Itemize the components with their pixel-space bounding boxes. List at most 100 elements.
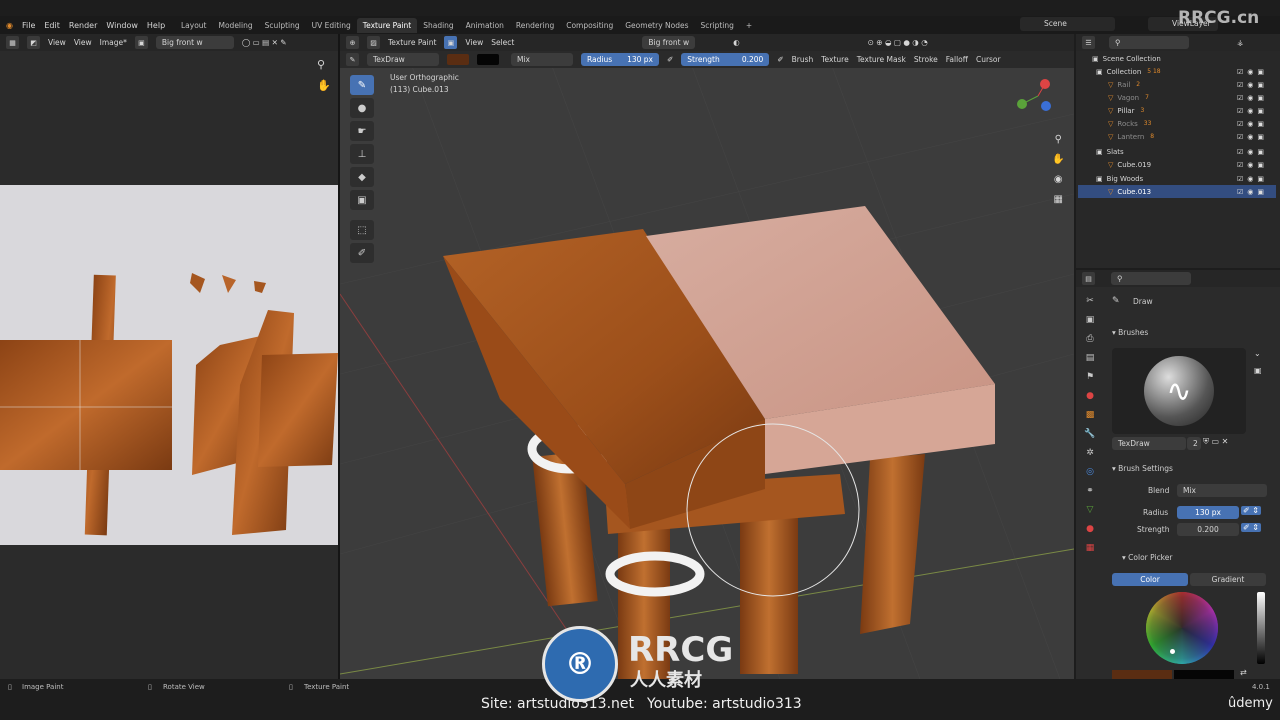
brush-icon[interactable]: ✎ — [346, 53, 359, 66]
viewport-select-menu[interactable]: Select — [491, 38, 514, 47]
filter-icon[interactable]: ⚶ — [1237, 38, 1243, 47]
brush-name-field[interactable]: TexDraw — [1112, 437, 1186, 450]
uv-image-canvas[interactable] — [0, 185, 338, 545]
properties-type-icon[interactable]: ▤ — [1082, 272, 1095, 285]
visibility-toggles-icon[interactable]: ☑◉▣ — [1237, 133, 1268, 141]
brush-dropdown-icon[interactable]: ⌄ — [1254, 349, 1261, 358]
blender-logo-icon[interactable]: ◉ — [6, 21, 13, 30]
stroke-menu[interactable]: Stroke — [914, 55, 938, 64]
secondary-color-swatch[interactable] — [477, 54, 499, 65]
pan-view-icon[interactable]: ✋ — [1052, 150, 1064, 170]
image-name-field[interactable]: Big front w — [155, 36, 234, 49]
annotate-tool-icon[interactable]: ✐ — [350, 243, 374, 263]
brush-options-icon[interactable]: ▣ — [1254, 366, 1262, 375]
visibility-toggles-icon[interactable]: ☑◉▣ — [1237, 94, 1268, 102]
draw-tool-icon[interactable]: ✎ — [350, 75, 374, 95]
object-tab-icon[interactable]: ▩ — [1080, 406, 1100, 425]
viewport-shading-icons[interactable]: ⊙ ⊕ ◒ ▢ ● ◑ ◔ — [868, 38, 928, 47]
camera-view-icon[interactable]: ◉ — [1052, 170, 1064, 190]
viewport-view-menu[interactable]: View — [465, 38, 483, 47]
gradient-tab[interactable]: Gradient — [1190, 573, 1266, 586]
outliner-item[interactable]: ▽ Lantern 8 ☑◉▣ — [1078, 130, 1276, 143]
mask-tool-icon[interactable]: ▣ — [350, 190, 374, 210]
viewport-image-selector[interactable]: Big front w — [642, 36, 696, 49]
strength-value-field[interactable]: 0.200 — [1177, 523, 1239, 536]
outliner-item[interactable]: ▽ Pillar 3 ☑◉▣ — [1078, 104, 1276, 117]
perspective-toggle-icon[interactable]: ▦ — [1052, 190, 1064, 210]
editor-type-icon-3d[interactable]: ⊕ — [346, 36, 359, 49]
particles-tab-icon[interactable]: ✲ — [1080, 444, 1100, 463]
modifiers-tab-icon[interactable]: 🔧 — [1080, 425, 1100, 444]
visibility-toggles-icon[interactable]: ☑◉▣ — [1237, 68, 1268, 76]
color-picker-toggle[interactable]: ▾ Color Picker — [1122, 553, 1172, 562]
radius-value-field[interactable]: 130 px — [1177, 506, 1239, 519]
mode-selector[interactable]: Texture Paint — [388, 38, 436, 47]
strength-field[interactable]: Strength 0.200 — [681, 53, 770, 66]
tab-uv-editing[interactable]: UV Editing — [306, 18, 357, 33]
image-browse-icon[interactable]: ▣ — [134, 36, 148, 49]
brush-settings-toggle[interactable]: ▾ Brush Settings — [1112, 464, 1173, 473]
image-view-menu[interactable]: View — [48, 38, 66, 47]
radius-pressure-toggle-icon[interactable]: ✐ ⇕ — [1241, 506, 1261, 515]
blend-mode-selector[interactable]: Mix — [511, 53, 573, 66]
shading-options-icon[interactable]: ◐ — [733, 38, 740, 47]
menu-edit[interactable]: Edit — [44, 21, 60, 30]
outliner-type-icon[interactable]: ☰ — [1082, 36, 1095, 49]
zoom-icon[interactable]: ⚲ — [317, 58, 325, 71]
image-view-menu-2[interactable]: View — [74, 38, 92, 47]
menu-render[interactable]: Render — [69, 21, 97, 30]
editor-type-icon[interactable]: ▦ — [6, 36, 19, 49]
tab-scripting[interactable]: Scripting — [695, 18, 740, 33]
box-select-tool-icon[interactable]: ⬚ — [350, 220, 374, 240]
image-menu[interactable]: Image* — [100, 38, 127, 47]
primary-color-swatch[interactable] — [447, 54, 469, 65]
menu-help[interactable]: Help — [147, 21, 165, 30]
outliner-item[interactable]: ▽ Cube.019 ☑◉▣ — [1078, 158, 1276, 171]
outliner-scene-collection[interactable]: ▣ Scene Collection — [1078, 52, 1276, 65]
visibility-toggles-icon[interactable]: ☑◉▣ — [1237, 120, 1268, 128]
outliner-item[interactable]: ▽ Cube.013 ☑◉▣ — [1078, 185, 1276, 198]
visibility-toggles-icon[interactable]: ☑◉▣ — [1237, 148, 1268, 156]
scene-selector[interactable]: Scene — [1020, 17, 1115, 31]
paint-mask-icon[interactable]: ▣ — [444, 36, 458, 49]
texture-menu[interactable]: Texture — [821, 55, 848, 64]
tab-shading[interactable]: Shading — [417, 18, 459, 33]
visibility-toggles-icon[interactable]: ☑◉▣ — [1237, 188, 1268, 196]
visibility-toggles-icon[interactable]: ☑◉▣ — [1237, 175, 1268, 183]
world-tab-icon[interactable]: ● — [1080, 387, 1100, 406]
brush-selector[interactable]: TexDraw — [367, 53, 439, 66]
tab-layout[interactable]: Layout — [175, 18, 213, 33]
swap-colors-icon[interactable]: ⇄ — [1240, 668, 1247, 677]
texture-tab-icon[interactable]: ▦ — [1080, 539, 1100, 558]
brush-fake-user-icon[interactable]: ⛨ ▭ ✕ — [1203, 437, 1228, 447]
color-swatch-secondary[interactable] — [1174, 670, 1234, 679]
color-wheel[interactable] — [1146, 592, 1218, 664]
brush-menu[interactable]: Brush — [792, 55, 814, 64]
cursor-menu[interactable]: Cursor — [976, 55, 1001, 64]
tab-geometry-nodes[interactable]: Geometry Nodes — [619, 18, 694, 33]
output-tab-icon[interactable]: ⎙ — [1080, 330, 1100, 349]
viewport-3d[interactable] — [339, 33, 1075, 680]
visibility-toggles-icon[interactable]: ☑◉▣ — [1237, 81, 1268, 89]
tab-sculpting[interactable]: Sculpting — [259, 18, 306, 33]
brushes-panel-toggle[interactable]: ▾ Brushes — [1112, 328, 1148, 337]
brush-preview[interactable]: ∿ — [1112, 348, 1246, 434]
add-workspace-icon[interactable]: + — [740, 18, 758, 33]
visibility-toggles-icon[interactable]: ☑◉▣ — [1237, 107, 1268, 115]
texture-paint-mode-icon[interactable]: ▨ — [367, 36, 380, 49]
radius-pressure-icon[interactable]: ✐ — [667, 55, 673, 64]
properties-search-input[interactable]: ⚲ — [1111, 272, 1191, 285]
data-tab-icon[interactable]: ▽ — [1080, 501, 1100, 520]
outliner-search-input[interactable]: ⚲ — [1109, 36, 1189, 49]
strength-pressure-toggle-icon[interactable]: ✐ ⇕ — [1241, 523, 1261, 532]
soften-tool-icon[interactable]: ● — [350, 98, 374, 118]
smear-tool-icon[interactable]: ☛ — [350, 121, 374, 141]
brush-users-count[interactable]: 2 — [1187, 437, 1201, 450]
value-slider[interactable] — [1257, 592, 1265, 664]
outliner-item[interactable]: ▣ Slats ☑◉▣ — [1078, 145, 1276, 158]
tab-animation[interactable]: Animation — [460, 18, 510, 33]
outliner-item[interactable]: ▽ Rail 2 ☑◉▣ — [1078, 78, 1276, 91]
tab-texture-paint[interactable]: Texture Paint — [356, 17, 418, 33]
visibility-toggles-icon[interactable]: ☑◉▣ — [1237, 161, 1268, 169]
tab-compositing[interactable]: Compositing — [560, 18, 619, 33]
